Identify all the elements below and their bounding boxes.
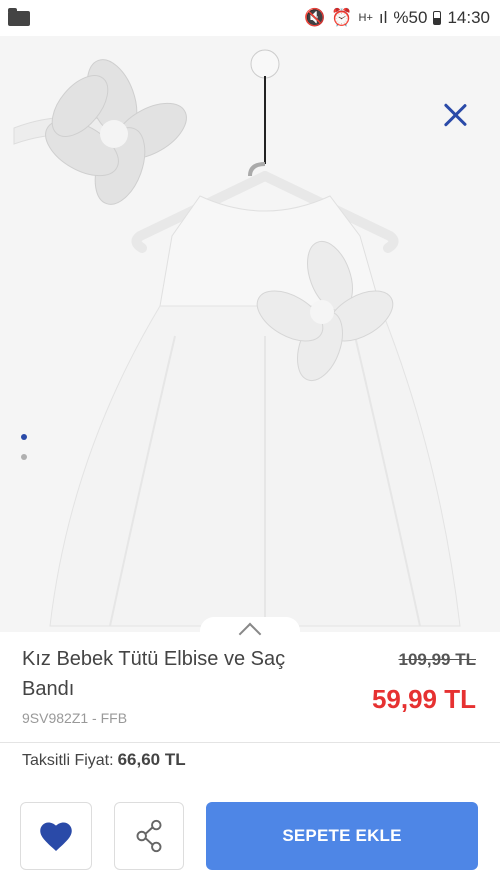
battery-icon: [433, 11, 442, 25]
panel-expand-handle[interactable]: [200, 617, 300, 646]
product-title: Kız Bebek Tütü Elbise ve Saç Bandı: [22, 648, 286, 700]
status-bar: 🔇 ⏰ H+ ıl %50 14:30: [0, 0, 500, 36]
share-icon: [136, 819, 162, 853]
sale-price: 59,99 TL: [371, 684, 476, 714]
clock: 14:30: [447, 8, 490, 27]
close-button[interactable]: [442, 102, 468, 128]
favorite-button[interactable]: [20, 802, 92, 870]
carousel-dot-active[interactable]: [21, 434, 27, 440]
installment-price: Taksitli Fiyat: 66,60 TL: [22, 750, 186, 770]
divider: [0, 742, 500, 743]
battery-percent: %50: [393, 8, 428, 27]
old-price: 109,99 TL: [398, 650, 477, 669]
mute-icon: 🔇: [304, 8, 326, 27]
folder-icon: [8, 7, 30, 26]
installment-value: 66,60 TL: [117, 750, 186, 769]
signal-icon: ıl: [378, 8, 388, 27]
dress-illustration: [13, 49, 461, 627]
installment-label: Taksitli Fiyat:: [22, 752, 114, 769]
add-to-cart-button[interactable]: SEPETE EKLE: [206, 802, 478, 870]
share-button[interactable]: [114, 802, 184, 870]
carousel-dot[interactable]: [21, 454, 27, 460]
network-type: H+: [358, 11, 373, 24]
product-sku: 9SV982Z1 - FFB: [22, 710, 128, 726]
product-image[interactable]: [0, 36, 500, 632]
heart-icon: [40, 822, 72, 851]
alarm-icon: ⏰: [331, 8, 353, 27]
